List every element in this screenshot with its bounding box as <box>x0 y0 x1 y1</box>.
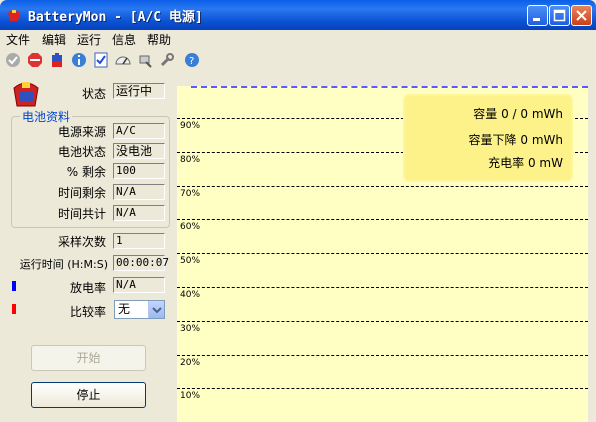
app-battery-icon <box>8 10 20 21</box>
minimize-icon <box>533 18 540 21</box>
time-remaining-label: 时间剩余 <box>57 186 106 200</box>
discharge-value: N/A <box>113 277 165 293</box>
capacity-series-line <box>191 86 588 88</box>
battery-icon[interactable] <box>49 52 65 68</box>
menu-edit[interactable]: 编辑 <box>42 31 66 48</box>
chart-gridline <box>177 388 588 389</box>
y-tick-label: 20% <box>180 358 201 368</box>
chart-gridline <box>177 219 588 220</box>
toolbar: ? <box>0 48 596 72</box>
time-remaining-value: N/A <box>113 184 165 200</box>
runtime-label: 运行时间 (H:M:S) <box>19 258 108 271</box>
chart-gridline <box>177 321 588 322</box>
maximize-button[interactable] <box>549 5 570 26</box>
help-icon[interactable]: ? <box>184 52 200 68</box>
info-icon[interactable] <box>71 52 87 68</box>
chevron-down-icon <box>152 307 162 314</box>
chart-legend: 容量 0 / 0 mWh 容量下降 0 mWh 充电率 0 mW <box>403 94 573 182</box>
legend-capacity: 容量 0 / 0 mWh <box>473 107 563 121</box>
y-tick-label: 30% <box>180 324 201 334</box>
y-tick-label: 60% <box>180 222 201 232</box>
status-value: 运行中 <box>113 83 165 99</box>
y-tick-label: 80% <box>180 155 201 165</box>
chart-gridline <box>177 186 588 187</box>
runtime-value: 00:00:07 <box>113 255 169 271</box>
window-title: BatteryMon - [A/C 电源] <box>28 10 203 25</box>
discharge-color-swatch <box>12 281 16 291</box>
samples-value: 1 <box>113 233 165 249</box>
power-source-value: A/C <box>113 123 165 139</box>
battery-chart: 10% 20% 30% 40% 50% 60% 70% 80% 90% 容量 0 / 0 mWh… <box>177 86 588 422</box>
stop-button[interactable]: 停止 <box>31 382 146 408</box>
discharge-label: 放电率 <box>69 281 106 295</box>
percent-remaining-value: 100 <box>113 163 165 179</box>
time-total-value: N/A <box>113 205 165 221</box>
close-button[interactable] <box>571 5 592 26</box>
minimize-button[interactable] <box>527 5 548 26</box>
chart-gridline <box>177 355 588 356</box>
compare-rate-select[interactable]: 无 <box>114 300 165 319</box>
legend-capacity-drop: 容量下降 0 mWh <box>468 133 563 147</box>
y-tick-label: 10% <box>180 391 201 401</box>
y-tick-label: 50% <box>180 256 201 266</box>
close-icon <box>576 10 587 21</box>
dropdown-arrow[interactable] <box>148 301 164 318</box>
start-button[interactable]: 开始 <box>31 345 146 371</box>
compare-color-swatch <box>12 304 16 314</box>
wrench-icon[interactable] <box>159 52 175 68</box>
battery-state-label: 电池状态 <box>57 145 106 159</box>
legend-charge-rate: 充电率 0 mW <box>488 156 563 170</box>
menu-info[interactable]: 信息 <box>112 31 136 48</box>
samples-label: 采样次数 <box>57 235 106 249</box>
gauge-icon[interactable] <box>115 52 131 68</box>
checklist-icon[interactable] <box>93 52 109 68</box>
compare-rate-selected: 无 <box>118 302 131 316</box>
chart-gridline <box>177 287 588 288</box>
y-tick-label: 40% <box>180 290 201 300</box>
maximize-icon <box>553 9 566 22</box>
battery-state-value: 没电池 <box>113 143 165 159</box>
y-tick-label: 70% <box>180 189 201 199</box>
power-source-label: 电源来源 <box>57 125 106 139</box>
percent-remaining-label: % 剩余 <box>66 165 106 179</box>
stop-icon[interactable] <box>27 52 43 68</box>
menu-file[interactable]: 文件 <box>6 31 30 48</box>
status-label: 状态 <box>81 87 106 101</box>
menu-run[interactable]: 运行 <box>77 31 101 48</box>
check-icon[interactable] <box>5 52 21 68</box>
time-total-label: 时间共计 <box>57 207 106 221</box>
svg-text:?: ? <box>189 56 194 67</box>
title-bar[interactable]: BatteryMon - [A/C 电源] <box>0 0 596 30</box>
y-tick-label: 90% <box>180 121 201 131</box>
battery-status-icon <box>13 82 39 107</box>
chart-gridline <box>177 253 588 254</box>
tool-icon[interactable] <box>137 52 153 68</box>
menu-help[interactable]: 帮助 <box>147 31 171 48</box>
compare-label: 比较率 <box>69 305 106 319</box>
menu-bar: 文件 编辑 运行 信息 帮助 <box>0 30 596 48</box>
